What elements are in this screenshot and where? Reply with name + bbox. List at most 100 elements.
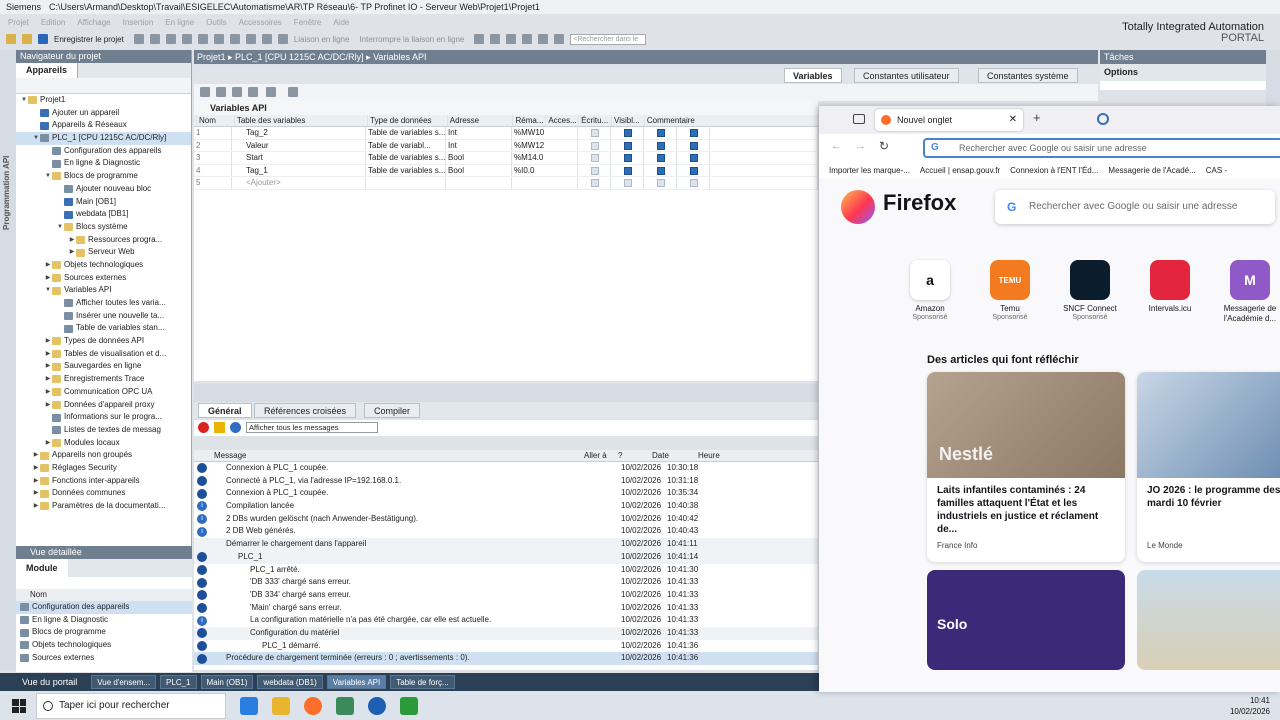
app-taskbar-icon[interactable] xyxy=(368,697,386,715)
checkbox[interactable] xyxy=(657,141,665,150)
flag-checkbox-cell[interactable] xyxy=(578,177,611,189)
message-column-header[interactable]: Heure xyxy=(698,450,808,461)
variable-table-cell[interactable]: Table de variables s... xyxy=(366,164,446,177)
tab-devices[interactable]: Appareils xyxy=(16,63,79,78)
tree-item[interactable]: ▶ Ressources progra... xyxy=(16,234,191,247)
column-header[interactable]: Adresse xyxy=(448,115,514,126)
tree-expand-icon[interactable]: ▶ xyxy=(32,500,40,513)
bookmark-item[interactable]: Accueil | ensap.gouv.fr xyxy=(920,166,1000,175)
connect-online-button[interactable]: Liaison en ligne xyxy=(294,35,350,44)
tree-expand-icon[interactable]: ▼ xyxy=(44,284,52,297)
tree-expand-icon[interactable]: ▶ xyxy=(68,246,76,259)
checkbox[interactable] xyxy=(591,154,599,163)
checkbox[interactable] xyxy=(690,141,698,150)
variable-name-cell[interactable]: <Ajouter> xyxy=(232,177,366,189)
column-header[interactable]: Visibl... xyxy=(612,115,645,126)
variable-name-cell[interactable]: Valeur xyxy=(232,139,366,152)
portal-view-button[interactable]: Vue du portail xyxy=(22,677,77,687)
tree-item[interactable]: ▶ Modules locaux xyxy=(16,437,191,450)
flag-checkbox-cell[interactable] xyxy=(677,139,710,152)
tree-item[interactable]: Ajouter un appareil xyxy=(16,107,191,120)
checkbox[interactable] xyxy=(657,154,665,163)
tree-item[interactable]: ▶ Données d'appareil proxy xyxy=(16,399,191,412)
data-type-cell[interactable] xyxy=(446,177,512,189)
message-filter-select[interactable]: Afficher tous les messages xyxy=(246,422,378,433)
menu-item[interactable]: Fenêtre xyxy=(294,18,322,27)
tree-expand-icon[interactable]: ▶ xyxy=(32,449,40,462)
story-card[interactable]: Nestlé Laits infantiles contaminés : 24 … xyxy=(927,372,1125,562)
top-site-tile[interactable]: M Messagerie de l'Académie d... xyxy=(1215,260,1280,324)
tree-item[interactable]: ▼ Blocs de programme xyxy=(16,170,191,183)
column-header[interactable]: Acces... xyxy=(546,115,580,126)
message-row[interactable]: 'DB 333' chargé sans erreur. 10/02/2026 10… xyxy=(194,576,818,589)
comment-cell[interactable] xyxy=(710,139,818,152)
reload-icon[interactable]: ↻ xyxy=(879,139,889,153)
top-site-tile[interactable]: TEMU Temu Sponsorisé xyxy=(975,260,1045,321)
tree-item[interactable]: Afficher toutes les varia... xyxy=(16,297,191,310)
tree-item[interactable]: ▶ Enregistrements Trace xyxy=(16,373,191,386)
message-column-header[interactable]: Aller à xyxy=(584,450,618,461)
tree-item[interactable]: ▶ Types de données API xyxy=(16,335,191,348)
checkbox[interactable] xyxy=(657,166,665,175)
message-row[interactable]: 'Main' chargé sans erreur. 10/02/2026 10:4… xyxy=(194,602,818,615)
checkbox[interactable] xyxy=(624,166,632,175)
tree-expand-icon[interactable]: ▶ xyxy=(44,399,52,412)
variable-table-cell[interactable]: Table de variables s... xyxy=(366,152,446,164)
bookmark-item[interactable]: Importer les marque-... xyxy=(829,166,910,175)
message-row[interactable]: i 2 DBs wurden gelöscht (nach Anwender-Be… xyxy=(194,513,818,526)
tree-expand-icon[interactable]: ▼ xyxy=(20,94,28,107)
tab-list-icon[interactable] xyxy=(853,114,865,124)
message-row[interactable]: Connexion à PLC_1 coupée. 10/02/2026 10:35… xyxy=(194,487,818,500)
flag-checkbox-cell[interactable] xyxy=(578,127,611,139)
flag-checkbox-cell[interactable] xyxy=(644,127,677,139)
menu-item[interactable]: Affichage xyxy=(77,18,110,27)
tree-item[interactable]: ▶ Tables de visualisation et d... xyxy=(16,348,191,361)
message-row[interactable]: PLC_1 démarré. 10/02/2026 10:41:36 xyxy=(194,640,818,653)
comment-cell[interactable] xyxy=(710,177,818,189)
address-cell[interactable]: %MW12 xyxy=(512,139,578,152)
tree-item[interactable]: Configuration des appareils xyxy=(16,145,191,158)
column-header[interactable]: Commentaire xyxy=(645,115,818,126)
variable-table-cell[interactable]: Table de variabl... xyxy=(366,139,446,152)
flag-checkbox-cell[interactable] xyxy=(611,177,644,189)
firefox-tab-new-tab[interactable]: Nouvel onglet ✕ xyxy=(875,109,1023,131)
message-row[interactable]: PLC_1 10/02/2026 10:41:14 xyxy=(194,550,818,564)
checkbox[interactable] xyxy=(591,141,599,150)
variable-table-cell[interactable]: Table de variables s... xyxy=(366,127,446,139)
monitor-icon[interactable] xyxy=(248,87,258,97)
filter-icon[interactable] xyxy=(266,87,276,97)
tree-expand-icon[interactable]: ▼ xyxy=(44,170,52,183)
menu-item[interactable]: Outils xyxy=(206,18,226,27)
tree-item[interactable]: ▶ Réglages Security xyxy=(16,462,191,475)
story-card[interactable]: Solo xyxy=(927,570,1125,670)
tree-expand-icon[interactable]: ▼ xyxy=(56,221,64,234)
message-row[interactable]: Démarrer le chargement dans l'appareil 10… xyxy=(194,538,818,551)
flag-checkbox-cell[interactable] xyxy=(644,139,677,152)
flag-checkbox-cell[interactable] xyxy=(644,177,677,189)
tree-item[interactable]: ▶ Communication OPC UA xyxy=(16,386,191,399)
checkbox[interactable] xyxy=(591,179,599,188)
tree-item[interactable]: En ligne & Diagnostic xyxy=(16,157,191,170)
open-project-icon[interactable] xyxy=(22,34,32,44)
paste-icon[interactable] xyxy=(165,34,176,44)
message-column-header[interactable]: Date xyxy=(652,450,698,461)
data-type-cell[interactable]: Int xyxy=(446,139,512,152)
edge-icon[interactable] xyxy=(240,697,258,715)
column-header[interactable]: Type de données xyxy=(368,115,448,126)
message-row[interactable]: Connexion à PLC_1 coupée. 10/02/2026 10:30… xyxy=(194,462,818,475)
save-icon[interactable] xyxy=(38,34,48,44)
tree-expand-icon[interactable]: ▶ xyxy=(44,386,52,399)
tree-expand-icon[interactable]: ▶ xyxy=(32,462,40,475)
accessible-devices-icon[interactable] xyxy=(474,34,485,44)
tab-user-constants[interactable]: Constantes utilisateur xyxy=(854,68,959,83)
tree-item[interactable]: ▶ Objets technologiques xyxy=(16,259,191,272)
tree-item[interactable]: Informations sur le progra... xyxy=(16,411,191,424)
address-cell[interactable]: %I0.0 xyxy=(512,164,578,177)
tree-item[interactable]: ▶ Données communes xyxy=(16,487,191,500)
tree-expand-icon[interactable]: ▶ xyxy=(32,475,40,488)
tab-system-constants[interactable]: Constantes système xyxy=(978,68,1078,83)
checkbox[interactable] xyxy=(591,129,599,137)
editor-tab[interactable]: Vue d'ensem... xyxy=(91,675,157,689)
menu-item[interactable]: Edition xyxy=(41,18,65,27)
error-filter-icon[interactable] xyxy=(198,422,209,433)
